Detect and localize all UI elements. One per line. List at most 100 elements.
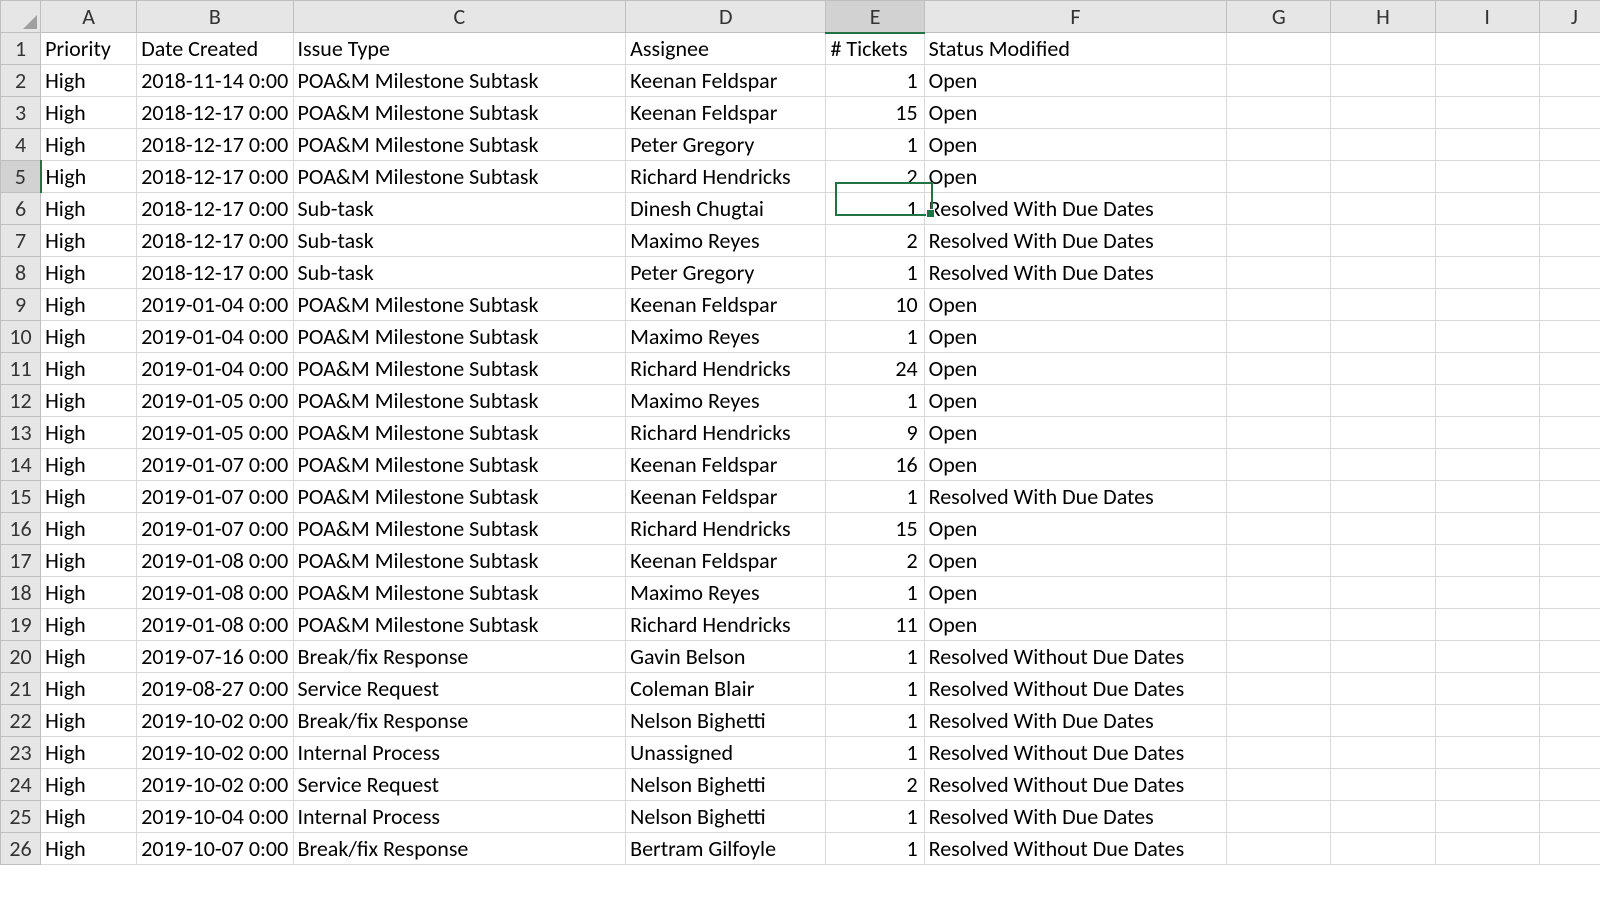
row-header[interactable]: 2 [1,65,41,97]
cell[interactable] [1227,417,1331,449]
cell[interactable] [1539,577,1600,609]
row-header[interactable]: 13 [1,417,41,449]
cell[interactable]: Service Request [293,769,626,801]
row-header[interactable]: 3 [1,97,41,129]
cell[interactable]: High [41,705,137,737]
cell[interactable]: High [41,481,137,513]
cell[interactable]: High [41,609,137,641]
cell[interactable] [1227,673,1331,705]
cell[interactable] [1539,321,1600,353]
cell[interactable] [1539,769,1600,801]
cell[interactable] [1435,641,1539,673]
cell[interactable]: High [41,641,137,673]
cell[interactable]: Richard Hendricks [626,609,826,641]
cell[interactable]: Keenan Feldspar [626,481,826,513]
cell[interactable] [1331,737,1435,769]
cell[interactable] [1539,801,1600,833]
cell[interactable]: 15 [826,97,924,129]
cell[interactable]: Nelson Bighetti [626,801,826,833]
cell[interactable]: Sub-task [293,225,626,257]
cell[interactable]: High [41,257,137,289]
row-header[interactable]: 26 [1,833,41,865]
cell[interactable] [1331,65,1435,97]
cell[interactable]: Resolved Without Due Dates [924,833,1227,865]
col-header-B[interactable]: B [137,1,293,33]
col-header-G[interactable]: G [1227,1,1331,33]
row-header[interactable]: 10 [1,321,41,353]
grid-table[interactable]: A B C D E F G H I J 1 Priority Date Crea… [0,0,1600,865]
cell[interactable]: Maximo Reyes [626,321,826,353]
cell[interactable] [1539,225,1600,257]
cell[interactable] [1539,161,1600,193]
cell[interactable]: POA&M Milestone Subtask [293,417,626,449]
cell[interactable] [1331,641,1435,673]
cell[interactable]: 1 [826,257,924,289]
row-header[interactable]: 11 [1,353,41,385]
cell[interactable] [1331,417,1435,449]
cell[interactable]: Open [924,97,1227,129]
cell[interactable] [1435,481,1539,513]
cell[interactable] [1227,129,1331,161]
cell[interactable]: 11 [826,609,924,641]
cell[interactable] [1227,609,1331,641]
row-header[interactable]: 9 [1,289,41,321]
cell[interactable] [1435,577,1539,609]
cell[interactable] [1539,609,1600,641]
cell[interactable] [1331,33,1435,65]
cell[interactable]: 2018-11-14 0:00 [137,65,293,97]
cell[interactable]: 2019-07-16 0:00 [137,641,293,673]
cell[interactable]: 2018-12-17 0:00 [137,97,293,129]
cell[interactable] [1331,577,1435,609]
cell[interactable]: 2019-10-02 0:00 [137,769,293,801]
row-header[interactable]: 25 [1,801,41,833]
row-header[interactable]: 23 [1,737,41,769]
cell[interactable] [1331,513,1435,545]
cell[interactable]: POA&M Milestone Subtask [293,449,626,481]
cell[interactable]: Break/fix Response [293,833,626,865]
cell[interactable]: Resolved Without Due Dates [924,673,1227,705]
row-header[interactable]: 24 [1,769,41,801]
cell[interactable] [1539,417,1600,449]
cell[interactable]: 2019-01-04 0:00 [137,289,293,321]
cell[interactable] [1539,257,1600,289]
cell[interactable] [1331,769,1435,801]
cell[interactable] [1331,161,1435,193]
cell[interactable] [1227,513,1331,545]
col-header-E[interactable]: E [826,1,924,33]
cell[interactable]: Unassigned [626,737,826,769]
cell[interactable]: 2019-01-08 0:00 [137,609,293,641]
cell[interactable] [1435,737,1539,769]
cell[interactable]: 2019-10-04 0:00 [137,801,293,833]
cell[interactable]: 2019-01-08 0:00 [137,577,293,609]
cell[interactable] [1435,65,1539,97]
cell[interactable]: Open [924,577,1227,609]
cell[interactable] [1227,225,1331,257]
cell[interactable]: 1 [826,801,924,833]
cell[interactable] [1227,193,1331,225]
cell[interactable] [1539,833,1600,865]
cell[interactable] [1435,225,1539,257]
cell[interactable] [1435,321,1539,353]
cell[interactable]: Resolved With Due Dates [924,257,1227,289]
cell[interactable]: Keenan Feldspar [626,545,826,577]
col-header-I[interactable]: I [1435,1,1539,33]
cell[interactable] [1539,449,1600,481]
cell[interactable]: High [41,161,137,193]
cell[interactable] [1331,289,1435,321]
cell[interactable] [1435,353,1539,385]
row-header[interactable]: 22 [1,705,41,737]
cell[interactable]: 2018-12-17 0:00 [137,161,293,193]
cell[interactable]: Nelson Bighetti [626,769,826,801]
cell[interactable]: Keenan Feldspar [626,97,826,129]
cell[interactable]: 2019-01-04 0:00 [137,321,293,353]
col-header-H[interactable]: H [1331,1,1435,33]
col-header-F[interactable]: F [924,1,1227,33]
cell[interactable]: 1 [826,577,924,609]
cell[interactable]: 2019-01-05 0:00 [137,385,293,417]
cell[interactable] [1435,609,1539,641]
cell[interactable]: High [41,385,137,417]
cell[interactable] [1227,641,1331,673]
cell[interactable] [1227,161,1331,193]
cell[interactable]: Resolved With Due Dates [924,705,1227,737]
cell[interactable]: Resolved Without Due Dates [924,641,1227,673]
